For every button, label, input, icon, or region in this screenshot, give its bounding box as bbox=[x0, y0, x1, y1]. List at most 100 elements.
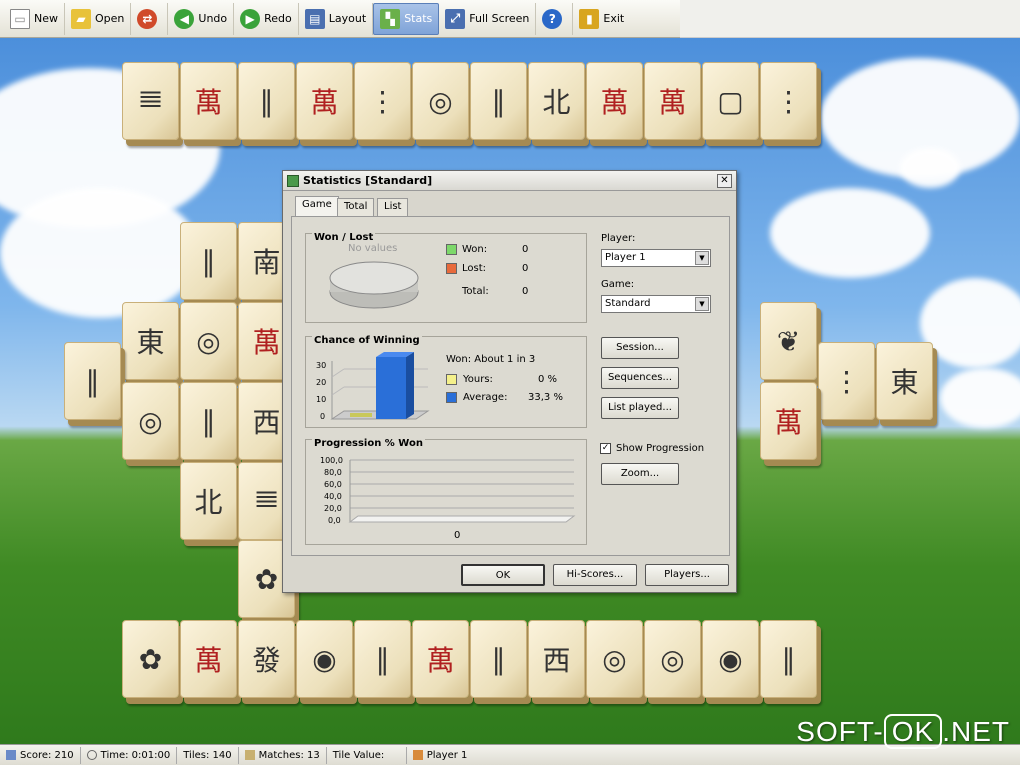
tile[interactable]: ◉ bbox=[702, 620, 759, 698]
zoom-button[interactable]: Zoom... bbox=[601, 463, 679, 485]
yours-value: 0 % bbox=[538, 374, 558, 385]
tile[interactable]: 西 bbox=[528, 620, 585, 698]
tile[interactable]: 萬 bbox=[180, 62, 237, 140]
tile[interactable]: 發 bbox=[238, 620, 295, 698]
score-icon bbox=[6, 750, 16, 760]
tile[interactable]: ‖ bbox=[180, 222, 237, 300]
hint-button[interactable]: ⇄ bbox=[131, 2, 169, 35]
chance-yaxis-10: 10 bbox=[316, 395, 327, 404]
layout-button[interactable]: ▤ Layout bbox=[299, 2, 374, 35]
folder-icon: ▰ bbox=[71, 8, 91, 29]
statistics-dialog: Statistics [Standard] ✕ Game Total List … bbox=[282, 170, 737, 593]
tile[interactable]: ‖ bbox=[470, 62, 527, 140]
toolbar-filler bbox=[680, 0, 1020, 38]
redo-button[interactable]: ▶ Redo bbox=[234, 2, 299, 35]
game-select[interactable]: Standard ▼ bbox=[601, 295, 711, 313]
tile[interactable]: ▢ bbox=[702, 62, 759, 140]
tile[interactable]: 東 bbox=[876, 342, 933, 420]
won-legend-swatch bbox=[446, 244, 457, 255]
tile[interactable]: ◉ bbox=[296, 620, 353, 698]
exit-door-icon: ▮ bbox=[579, 8, 600, 29]
lost-label: Lost: bbox=[462, 263, 487, 274]
watermark: SOFT- OK .NET bbox=[796, 714, 1010, 749]
tab-list[interactable]: List bbox=[377, 198, 409, 216]
player-select[interactable]: Player 1 ▼ bbox=[601, 249, 711, 267]
tile-value-status: Tile Value: bbox=[327, 746, 407, 764]
average-value: 33,3 % bbox=[528, 392, 563, 403]
new-button[interactable]: ▭ New bbox=[4, 2, 65, 35]
tile[interactable]: ‖ bbox=[760, 620, 817, 698]
chevron-down-icon: ▼ bbox=[695, 297, 709, 311]
list-played-button[interactable]: List played... bbox=[601, 397, 679, 419]
exit-button[interactable]: ▮ Exit bbox=[573, 3, 630, 35]
tile[interactable]: 東 bbox=[122, 302, 179, 380]
undo-arrow-icon: ◀ bbox=[174, 8, 195, 29]
tile[interactable]: 北 bbox=[180, 462, 237, 540]
yours-bar bbox=[350, 413, 372, 417]
tile[interactable]: ‖ bbox=[64, 342, 121, 420]
tab-total[interactable]: Total bbox=[337, 198, 375, 216]
show-progression-checkbox[interactable]: ✓ bbox=[600, 443, 611, 454]
progression-xlabel: 0 bbox=[454, 530, 461, 541]
tile[interactable]: ◎ bbox=[586, 620, 643, 698]
progression-chart bbox=[348, 459, 576, 523]
stats-icon: ▚ bbox=[380, 8, 401, 29]
tile[interactable]: ❦ bbox=[760, 302, 817, 380]
tile[interactable]: 萬 bbox=[586, 62, 643, 140]
chance-bar-chart bbox=[330, 352, 430, 420]
tile[interactable]: ◎ bbox=[412, 62, 469, 140]
total-label: Total: bbox=[462, 286, 489, 297]
tile[interactable]: ‖ bbox=[470, 620, 527, 698]
help-button[interactable]: ? bbox=[536, 2, 574, 35]
progression-title: Progression % Won bbox=[312, 438, 425, 449]
open-button[interactable]: ▰ Open bbox=[65, 2, 132, 35]
tile[interactable]: ⋮ bbox=[818, 342, 875, 420]
tile[interactable]: ◎ bbox=[122, 382, 179, 460]
tile[interactable]: 萬 bbox=[412, 620, 469, 698]
chance-title: Chance of Winning bbox=[312, 335, 422, 346]
total-value: 0 bbox=[522, 286, 529, 297]
tile[interactable]: ⋮ bbox=[354, 62, 411, 140]
player-status: Player 1 bbox=[407, 747, 474, 764]
tile[interactable]: ‖ bbox=[238, 62, 295, 140]
sequences-button[interactable]: Sequences... bbox=[601, 367, 679, 389]
hi-scores-button[interactable]: Hi-Scores... bbox=[553, 564, 637, 586]
tile[interactable]: ◎ bbox=[644, 620, 701, 698]
tile[interactable]: 萬 bbox=[180, 620, 237, 698]
session-button[interactable]: Session... bbox=[601, 337, 679, 359]
chance-group: Chance of Winning 30 20 10 0 Won: About … bbox=[305, 335, 587, 428]
players-button[interactable]: Players... bbox=[645, 564, 729, 586]
ok-button[interactable]: OK bbox=[461, 564, 545, 586]
won-value: 0 bbox=[522, 244, 529, 255]
tile[interactable]: 𝍣 bbox=[122, 62, 179, 140]
arrows-icon: ⇄ bbox=[137, 8, 158, 29]
toolbar: ▭ New ▰ Open ⇄ ◀ Undo ▶ Redo ▤ Layout ▚ Stats … bbox=[0, 0, 680, 38]
matches-icon bbox=[244, 750, 255, 760]
chance-yaxis-20: 20 bbox=[316, 378, 327, 387]
tile[interactable]: ✿ bbox=[122, 620, 179, 698]
tile[interactable]: 萬 bbox=[760, 382, 817, 460]
stats-button[interactable]: ▚ Stats bbox=[373, 2, 440, 35]
progression-yaxis-40: 40,0 bbox=[324, 492, 342, 501]
chance-yaxis-0: 0 bbox=[320, 412, 326, 421]
fullscreen-icon: ⤢ bbox=[445, 8, 466, 29]
fullscreen-button[interactable]: ⤢ Full Screen bbox=[439, 2, 537, 35]
tile[interactable]: 北 bbox=[528, 62, 585, 140]
undo-button[interactable]: ◀ Undo bbox=[168, 2, 235, 35]
help-icon: ? bbox=[542, 8, 563, 29]
tile[interactable]: ⋮ bbox=[760, 62, 817, 140]
tab-game[interactable]: Game bbox=[295, 196, 339, 217]
show-progression-label[interactable]: Show Progression bbox=[616, 443, 704, 454]
tile[interactable]: ◎ bbox=[180, 302, 237, 380]
tile[interactable]: ‖ bbox=[180, 382, 237, 460]
tile[interactable]: 萬 bbox=[296, 62, 353, 140]
dialog-title: Statistics [Standard] bbox=[303, 174, 433, 187]
average-legend-swatch bbox=[446, 392, 457, 403]
dialog-titlebar[interactable]: Statistics [Standard] bbox=[283, 171, 736, 191]
progression-yaxis-100: 100,0 bbox=[320, 456, 343, 465]
chevron-down-icon: ▼ bbox=[695, 251, 709, 265]
tile[interactable]: 萬 bbox=[644, 62, 701, 140]
tile[interactable]: ‖ bbox=[354, 620, 411, 698]
dialog-app-icon bbox=[287, 174, 299, 187]
close-icon[interactable]: ✕ bbox=[717, 174, 732, 188]
